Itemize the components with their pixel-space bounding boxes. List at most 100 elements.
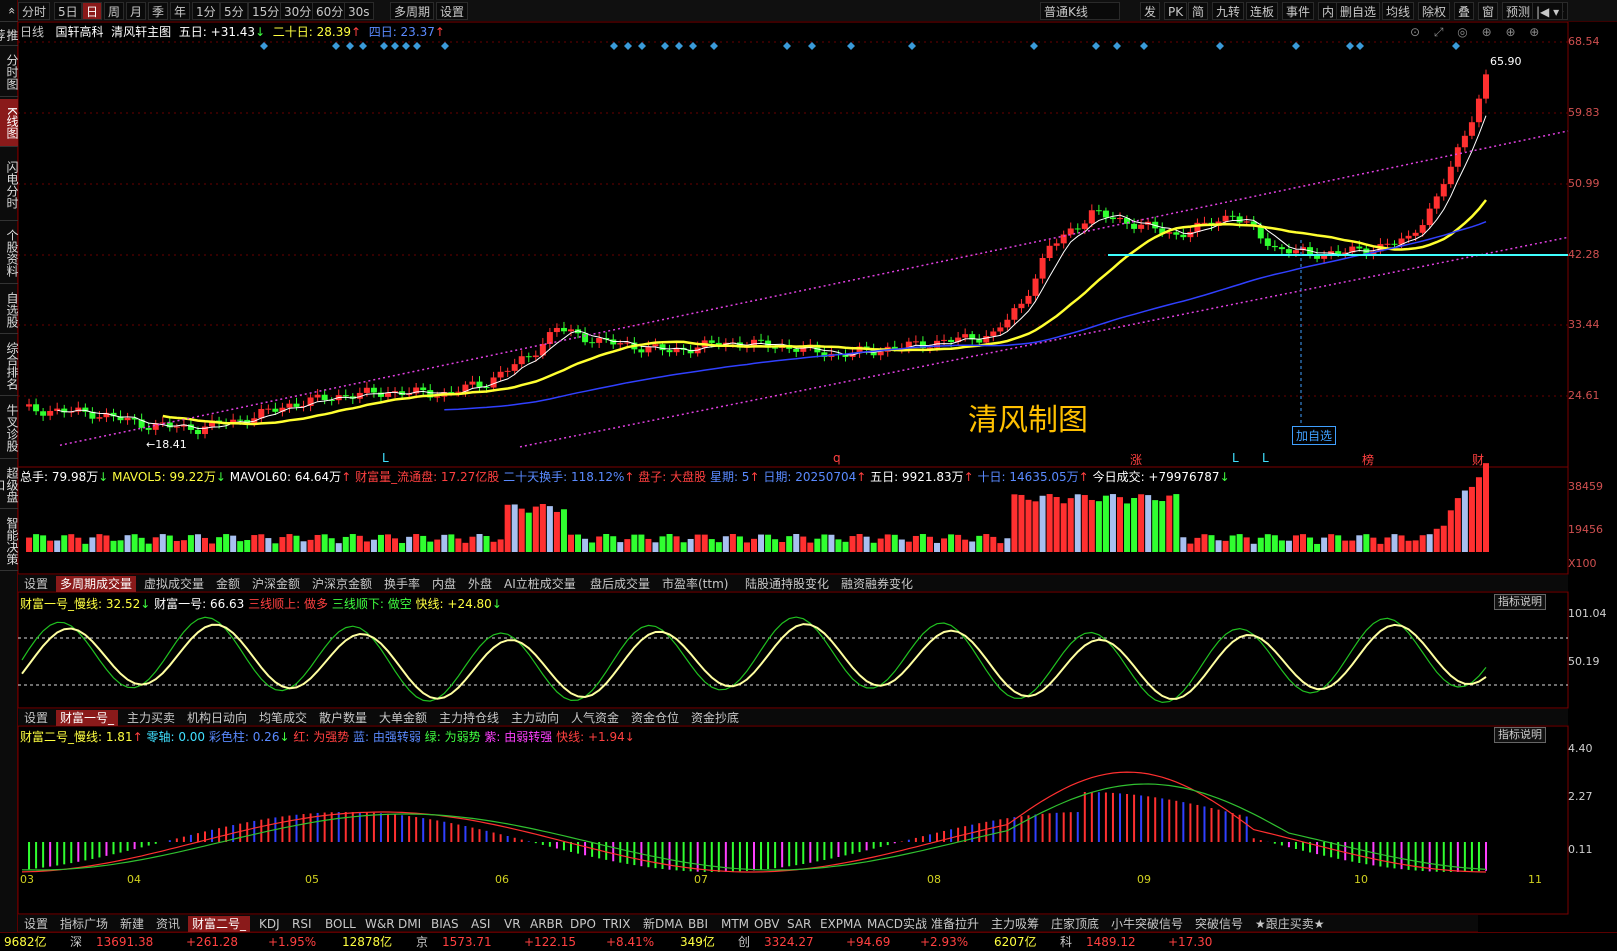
voltabs-tab-7[interactable]: 内盘 [428, 576, 460, 592]
bottomtabs-tab-4[interactable]: 财富二号_ [188, 916, 251, 932]
ind1tabs-tab-9[interactable]: 人气资金 [567, 710, 623, 726]
bottomtabs-tab-12[interactable]: VR [500, 916, 525, 932]
toolbar-right-button-3[interactable]: 九转 [1212, 2, 1245, 20]
chart-tool-icons[interactable]: ⊙ ⤢ ◎ ⊕ ⊕ ⊕ [1410, 25, 1544, 40]
bottomtabs-tab-19[interactable]: OBV [750, 916, 784, 932]
sidebar-tab-6[interactable]: 综合排名 [0, 336, 19, 396]
ind2-explain-button[interactable]: 指标说明 [1494, 727, 1546, 743]
toolbar-right-button-0[interactable]: 发 [1140, 2, 1161, 20]
bottomtabs-tab-27[interactable]: 突破信号 [1191, 916, 1247, 932]
bottomtabs-tab-17[interactable]: BBI [684, 916, 712, 932]
bottomtabs-tab-23[interactable]: 准备拉升 [927, 916, 983, 932]
ind1tabs-tab-10[interactable]: 资金仓位 [627, 710, 683, 726]
bottomtabs-tab-28[interactable]: ★跟庄买卖★ [1251, 916, 1329, 932]
period-button-7[interactable]: 1分 [192, 2, 220, 20]
bottomtabs-tab-10[interactable]: BIAS [427, 916, 463, 932]
sidebar-tab-2[interactable]: K线图 [0, 99, 19, 147]
toolbar-right-button-12[interactable]: 预测 [1502, 2, 1535, 20]
voltabs-tab-3[interactable]: 金额 [212, 576, 244, 592]
period-button-4[interactable]: 月 [126, 2, 147, 20]
bottomtabs-tab-11[interactable]: ASI [467, 916, 494, 932]
toolbar-right-button-2[interactable]: 简 [1188, 2, 1209, 20]
multi-period-button[interactable]: 多周期 [390, 2, 435, 20]
toolbar-right-button-5[interactable]: 事件 [1282, 2, 1315, 20]
period-button-10[interactable]: 30分 [280, 2, 316, 20]
collapse-icon[interactable]: « [0, 0, 19, 22]
period-button-11[interactable]: 60分 [312, 2, 348, 20]
bottomtabs-tab-15[interactable]: TRIX [599, 916, 634, 932]
kline-type-select[interactable]: 普通K线 [1040, 2, 1120, 20]
nav-arrows-icon[interactable]: |◀ ▾ [1532, 2, 1564, 20]
add-watchlist-button[interactable]: 加自选 [1292, 426, 1337, 445]
bottomtabs-tab-3[interactable]: 资讯 [152, 916, 184, 932]
sidebar-tab-3[interactable]: 闪电分时 [0, 149, 19, 221]
ind1tabs-tab-6[interactable]: 大单金额 [375, 710, 431, 726]
period-button-1[interactable]: 5日 [54, 2, 82, 20]
bottomtabs-tab-21[interactable]: EXPMA [816, 916, 866, 932]
bottomtabs-tab-25[interactable]: 庄家顶底 [1047, 916, 1103, 932]
ind1tabs-tab-4[interactable]: 均笔成交 [255, 710, 311, 726]
ind1-explain-button[interactable]: 指标说明 [1494, 594, 1546, 610]
bottomtabs-tab-8[interactable]: W&R [361, 916, 399, 932]
bottomtabs-tab-24[interactable]: 主力吸筹 [987, 916, 1043, 932]
settings-button[interactable]: 设置 [436, 2, 469, 20]
toolbar-right-button-4[interactable]: 连板 [1246, 2, 1279, 20]
voltabs-tab-12[interactable]: 陆股通持股变化 [741, 576, 833, 592]
ind1tabs-tab-0[interactable]: 设置 [20, 710, 52, 726]
voltabs-tab-9[interactable]: AI立桩成交量 [500, 576, 580, 592]
voltabs-tab-2[interactable]: 虚拟成交量 [140, 576, 208, 592]
voltabs-tab-13[interactable]: 融资融券变化 [837, 576, 917, 592]
period-button-6[interactable]: 年 [170, 2, 191, 20]
toolbar-right-button-11[interactable]: 窗 [1478, 2, 1499, 20]
bottomtabs-tab-26[interactable]: 小牛突破信号 [1107, 916, 1187, 932]
period-button-5[interactable]: 季 [148, 2, 169, 20]
toolbar-right-button-10[interactable]: 叠 [1454, 2, 1475, 20]
bottomtabs-tab-7[interactable]: BOLL [321, 916, 360, 932]
voltabs-tab-5[interactable]: 沪深京金额 [308, 576, 376, 592]
bottomtabs-tab-6[interactable]: RSI [288, 916, 316, 932]
bottomtabs-tab-18[interactable]: MTM [717, 916, 753, 932]
toolbar-right-button-6[interactable]: 内 [1318, 2, 1339, 20]
sidebar-tab-1[interactable]: 分时图 [0, 48, 19, 97]
bottomtabs-tab-9[interactable]: DMI [394, 916, 425, 932]
voltabs-tab-11[interactable]: 市盈率(ttm) [658, 576, 732, 592]
period-button-12[interactable]: 30s [344, 2, 374, 20]
main-indicator-name[interactable]: 清风轩主图 [111, 25, 171, 39]
bottomtabs-tab-16[interactable]: 新DMA [639, 916, 687, 932]
bottomtabs-tab-2[interactable]: 新建 [116, 916, 148, 932]
period-button-8[interactable]: 5分 [220, 2, 248, 20]
ind1tabs-tab-11[interactable]: 资金抄底 [687, 710, 743, 726]
sidebar-tab-7[interactable]: 牛叉诊股 [0, 398, 19, 459]
sidebar-tab-5[interactable]: 自选股 [0, 286, 19, 334]
bottomtabs-tab-1[interactable]: 指标广场 [56, 916, 112, 932]
toolbar-right-button-8[interactable]: 均线 [1382, 2, 1415, 20]
period-button-2[interactable]: 日 [82, 2, 103, 20]
voltabs-tab-10[interactable]: 盘后成交量 [586, 576, 654, 592]
bottomtabs-tab-14[interactable]: DPO [566, 916, 600, 932]
bottomtabs-tab-0[interactable]: 设置 [20, 916, 52, 932]
period-button-3[interactable]: 周 [104, 2, 125, 20]
ind1tabs-tab-5[interactable]: 散户数量 [315, 710, 371, 726]
sidebar-tab-9[interactable]: 智能决策 [0, 511, 19, 571]
toolbar-right-button-1[interactable]: PK [1164, 2, 1188, 20]
bottomtabs-tab-13[interactable]: ARBR [526, 916, 567, 932]
sidebar-tab-8[interactable]: 超级盘口 [0, 461, 19, 509]
ind1tabs-tab-3[interactable]: 机构日动向 [183, 710, 251, 726]
toolbar-right-button-9[interactable]: 除权 [1418, 2, 1451, 20]
period-button-9[interactable]: 15分 [248, 2, 284, 20]
ind1tabs-tab-8[interactable]: 主力动向 [507, 710, 563, 726]
voltabs-tab-4[interactable]: 沪深金额 [248, 576, 304, 592]
voltabs-tab-8[interactable]: 外盘 [464, 576, 496, 592]
sidebar-tab-4[interactable]: 个股资料 [0, 223, 19, 284]
ind1tabs-tab-1[interactable]: 财富一号_ [56, 710, 119, 726]
voltabs-tab-1[interactable]: 多周期成交量 [56, 576, 137, 592]
ind1tabs-tab-2[interactable]: 主力买卖 [123, 710, 179, 726]
voltabs-tab-6[interactable]: 换手率 [380, 576, 424, 592]
bottomtabs-tab-22[interactable]: MACD实战 [863, 916, 931, 932]
bottomtabs-tab-5[interactable]: KDJ [255, 916, 284, 932]
sidebar-tab-0[interactable]: 推荐 [0, 24, 19, 46]
period-button-0[interactable]: 分时 [18, 2, 51, 20]
toolbar-right-button-7[interactable]: 删自选 [1336, 2, 1381, 20]
bottomtabs-tab-20[interactable]: SAR [783, 916, 815, 932]
ind1tabs-tab-7[interactable]: 主力持仓线 [435, 710, 503, 726]
